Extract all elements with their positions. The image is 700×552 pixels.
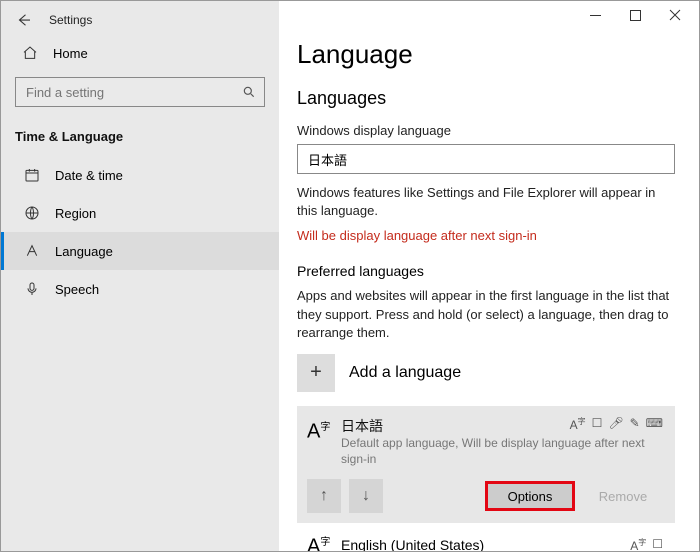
- plus-icon: +: [297, 354, 335, 392]
- mic-icon: [23, 281, 41, 297]
- sidebar-category-title: Time & Language: [1, 121, 279, 156]
- search-input-wrap[interactable]: [15, 77, 265, 107]
- language-card-english[interactable]: A字 English (United States) A字 ☐: [297, 523, 675, 551]
- badge-display-icon: ☐: [592, 416, 603, 432]
- sidebar-item-label: Speech: [55, 282, 99, 297]
- sidebar-item-language[interactable]: Language: [1, 232, 279, 270]
- display-language-label: Windows display language: [297, 123, 675, 138]
- display-language-value: 日本語: [308, 150, 347, 169]
- preferred-languages-title: Preferred languages: [297, 263, 675, 279]
- badge-speech-icon: 🎤︎: [608, 416, 623, 432]
- sidebar-item-region[interactable]: Region: [1, 194, 279, 232]
- badge-letter-icon: A字: [630, 537, 646, 551]
- remove-button: Remove: [583, 481, 663, 511]
- globe-icon: [23, 205, 41, 221]
- sidebar: Settings Home Time & Language Date & tim…: [1, 1, 279, 551]
- page-title: Language: [297, 39, 675, 70]
- language-char-icon: A字: [307, 416, 341, 444]
- sidebar-item-speech[interactable]: Speech: [1, 270, 279, 308]
- window-title: Settings: [49, 13, 92, 27]
- language-subtitle: Default app language, Will be display la…: [341, 436, 663, 467]
- preferred-languages-desc: Apps and websites will appear in the fir…: [297, 287, 675, 342]
- language-feature-badges: A字 ☐ 🎤︎ ✎ ⌨︎: [570, 416, 663, 432]
- badge-keyboard-icon: ⌨︎: [646, 416, 663, 432]
- sidebar-item-label: Region: [55, 206, 96, 221]
- language-name: English (United States): [341, 537, 484, 551]
- sidebar-item-date-time[interactable]: Date & time: [1, 156, 279, 194]
- section-languages-title: Languages: [297, 88, 675, 109]
- sidebar-home-label: Home: [53, 46, 88, 61]
- window-close-button[interactable]: [655, 1, 695, 29]
- window-maximize-button[interactable]: [615, 1, 655, 29]
- sidebar-item-label: Language: [55, 244, 113, 259]
- badge-display-icon: ☐: [652, 537, 663, 551]
- badge-letter-icon: A字: [570, 416, 586, 432]
- sidebar-home[interactable]: Home: [1, 37, 279, 69]
- move-down-button[interactable]: ↓: [349, 479, 383, 513]
- main-panel: Language Languages Windows display langu…: [279, 1, 699, 551]
- add-language-button[interactable]: + Add a language: [297, 354, 675, 392]
- move-up-button[interactable]: ↑: [307, 479, 341, 513]
- language-a-icon: [23, 243, 41, 259]
- calendar-icon: [23, 167, 41, 183]
- search-input[interactable]: [16, 85, 264, 100]
- display-language-dropdown[interactable]: 日本語: [297, 144, 675, 174]
- search-icon: [242, 85, 256, 99]
- display-language-desc: Windows features like Settings and File …: [297, 184, 675, 220]
- window-minimize-button[interactable]: [575, 1, 615, 29]
- language-card-selected[interactable]: A字 日本語 Default app language, Will be dis…: [297, 406, 675, 523]
- sidebar-item-label: Date & time: [55, 168, 123, 183]
- home-icon: [21, 45, 39, 61]
- badge-handwriting-icon: ✎: [630, 416, 640, 432]
- language-char-icon: A字: [307, 531, 341, 551]
- titlebar: [279, 1, 699, 29]
- back-button[interactable]: [15, 11, 33, 29]
- options-button[interactable]: Options: [485, 481, 575, 511]
- display-language-warning: Will be display language after next sign…: [297, 228, 675, 243]
- language-feature-badges: A字 ☐: [630, 537, 663, 551]
- add-language-label: Add a language: [349, 364, 461, 382]
